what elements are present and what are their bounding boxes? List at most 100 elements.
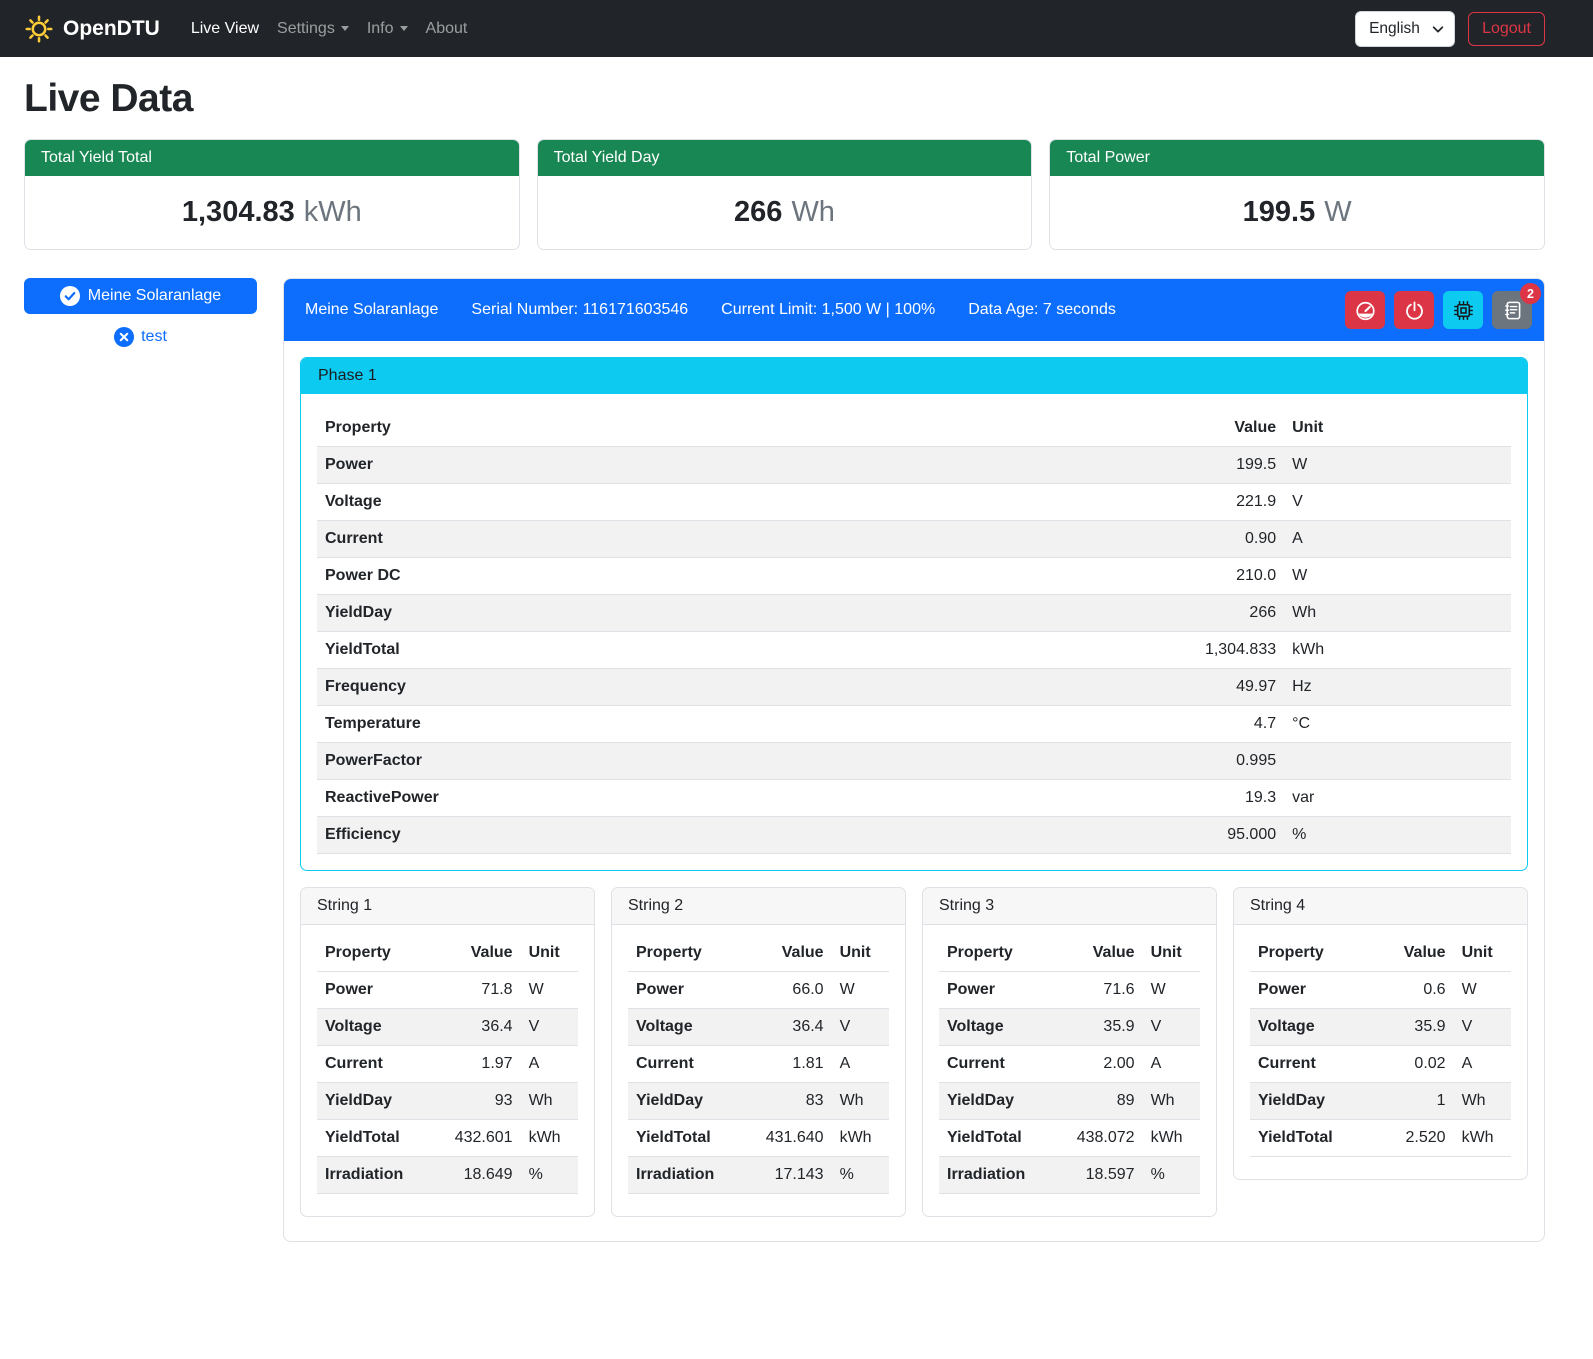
value-cell: 35.9 <box>1064 1009 1142 1046</box>
value-cell: 221.9 <box>1057 484 1284 521</box>
card-value: 199.5 <box>1243 196 1316 229</box>
language-select[interactable]: English <box>1355 11 1455 47</box>
phase-title: Phase 1 <box>301 358 1527 394</box>
nav-item-settings[interactable]: Settings <box>268 12 358 46</box>
property-cell: Voltage <box>628 1009 753 1046</box>
sun-icon <box>24 14 54 44</box>
table-row: Voltage221.9V <box>317 484 1511 521</box>
inverter-selector: Meine Solaranlage test <box>24 278 257 347</box>
device-info-button[interactable] <box>1443 291 1483 329</box>
event-log-button[interactable]: 2 <box>1492 291 1532 329</box>
value-cell: 432.601 <box>442 1120 520 1157</box>
value-cell: 95.000 <box>1057 817 1284 854</box>
nav-item-label: About <box>426 20 468 38</box>
property-cell: Voltage <box>939 1009 1064 1046</box>
card-body: 266 Wh <box>538 176 1032 249</box>
caret-down-icon <box>400 26 408 31</box>
unit-cell: A <box>1143 1046 1200 1083</box>
nav-item-about[interactable]: About <box>417 12 477 46</box>
column-property: Property <box>1250 935 1375 972</box>
value-cell: 71.8 <box>442 972 520 1009</box>
table-row: Irradiation17.143% <box>628 1157 889 1194</box>
table-row: YieldTotal432.601kWh <box>317 1120 578 1157</box>
nav-item-label: Settings <box>277 20 335 38</box>
string-1-table: Property Value Unit Power71.8WVoltage36.… <box>317 935 578 1194</box>
top-navbar: OpenDTU Live View Settings Info About En… <box>0 0 1593 57</box>
value-cell: 199.5 <box>1057 447 1284 484</box>
card-title: Total Yield Day <box>538 140 1032 176</box>
logout-button[interactable]: Logout <box>1468 12 1545 46</box>
value-cell: 2.520 <box>1375 1120 1453 1157</box>
value-cell: 36.4 <box>442 1009 520 1046</box>
string-2-table: Property Value Unit Power66.0WVoltage36.… <box>628 935 889 1194</box>
property-cell: YieldTotal <box>939 1120 1064 1157</box>
inverter-button-test[interactable]: test <box>24 327 257 347</box>
property-cell: Current <box>317 1046 442 1083</box>
unit-cell: % <box>1143 1157 1200 1194</box>
table-row: PowerFactor0.995 <box>317 743 1511 780</box>
unit-cell: Wh <box>1143 1083 1200 1120</box>
unit-cell: W <box>521 972 578 1009</box>
brand-label: OpenDTU <box>63 17 160 41</box>
column-value: Value <box>442 935 520 972</box>
string-3-card: String 3 Property Value Unit <box>922 887 1217 1217</box>
inverter-card-header: Meine Solaranlage Serial Number: 1161716… <box>284 279 1544 341</box>
table-row: YieldDay1Wh <box>1250 1083 1511 1120</box>
property-cell: YieldDay <box>1250 1083 1375 1120</box>
nav-item-info[interactable]: Info <box>358 12 417 46</box>
unit-cell: A <box>1284 521 1511 558</box>
string-4-card: String 4 Property Value Unit <box>1233 887 1528 1180</box>
unit-cell: kWh <box>1454 1120 1511 1157</box>
unit-cell: V <box>1284 484 1511 521</box>
value-cell: 35.9 <box>1375 1009 1453 1046</box>
unit-cell: kWh <box>521 1120 578 1157</box>
inverter-actions: 2 <box>1345 291 1532 329</box>
card-body: 199.5 W <box>1050 176 1544 249</box>
unit-cell: V <box>521 1009 578 1046</box>
column-unit: Unit <box>521 935 578 972</box>
page-container: Live Data Total Yield Total 1,304.83 kWh… <box>0 77 1593 1256</box>
property-cell: Voltage <box>317 484 1057 521</box>
table-row: Current0.02A <box>1250 1046 1511 1083</box>
property-cell: Current <box>1250 1046 1375 1083</box>
value-cell: 66.0 <box>753 972 831 1009</box>
property-cell: YieldDay <box>317 595 1057 632</box>
table-row: Irradiation18.649% <box>317 1157 578 1194</box>
inverter-card-body: Phase 1 Property Value Unit Power199.5WV… <box>284 341 1544 1241</box>
property-cell: Current <box>317 521 1057 558</box>
unit-cell: W <box>1454 972 1511 1009</box>
property-cell: YieldTotal <box>628 1120 753 1157</box>
nav-item-live-view[interactable]: Live View <box>182 12 268 46</box>
string-4-table: Property Value Unit Power0.6WVoltage35.9… <box>1250 935 1511 1157</box>
table-row: YieldTotal431.640kWh <box>628 1120 889 1157</box>
table-row: Power199.5W <box>317 447 1511 484</box>
limit-settings-button[interactable] <box>1345 291 1385 329</box>
unit-cell: W <box>1284 447 1511 484</box>
property-cell: Power <box>317 447 1057 484</box>
unit-cell: V <box>1454 1009 1511 1046</box>
table-row: Voltage35.9V <box>1250 1009 1511 1046</box>
brand[interactable]: OpenDTU <box>24 14 160 44</box>
property-cell: YieldDay <box>628 1083 753 1120</box>
power-button[interactable] <box>1394 291 1434 329</box>
column-value: Value <box>1375 935 1453 972</box>
value-cell: 266 <box>1057 595 1284 632</box>
property-cell: YieldDay <box>317 1083 442 1120</box>
column-property: Property <box>317 410 1057 447</box>
inverter-button-selected[interactable]: Meine Solaranlage <box>24 278 257 314</box>
property-cell: Irradiation <box>628 1157 753 1194</box>
table-row: Voltage36.4V <box>317 1009 578 1046</box>
property-cell: Power DC <box>317 558 1057 595</box>
unit-cell: var <box>1284 780 1511 817</box>
value-cell: 0.90 <box>1057 521 1284 558</box>
property-cell: Efficiency <box>317 817 1057 854</box>
string-title: String 2 <box>612 888 905 925</box>
summary-cards-row: Total Yield Total 1,304.83 kWh Total Yie… <box>24 139 1545 250</box>
value-cell: 2.00 <box>1064 1046 1142 1083</box>
column-unit: Unit <box>832 935 889 972</box>
column-property: Property <box>317 935 442 972</box>
table-row: Voltage36.4V <box>628 1009 889 1046</box>
language-select-wrap: English <box>1355 11 1455 47</box>
total-power-card: Total Power 199.5 W <box>1049 139 1545 250</box>
string-title: String 1 <box>301 888 594 925</box>
